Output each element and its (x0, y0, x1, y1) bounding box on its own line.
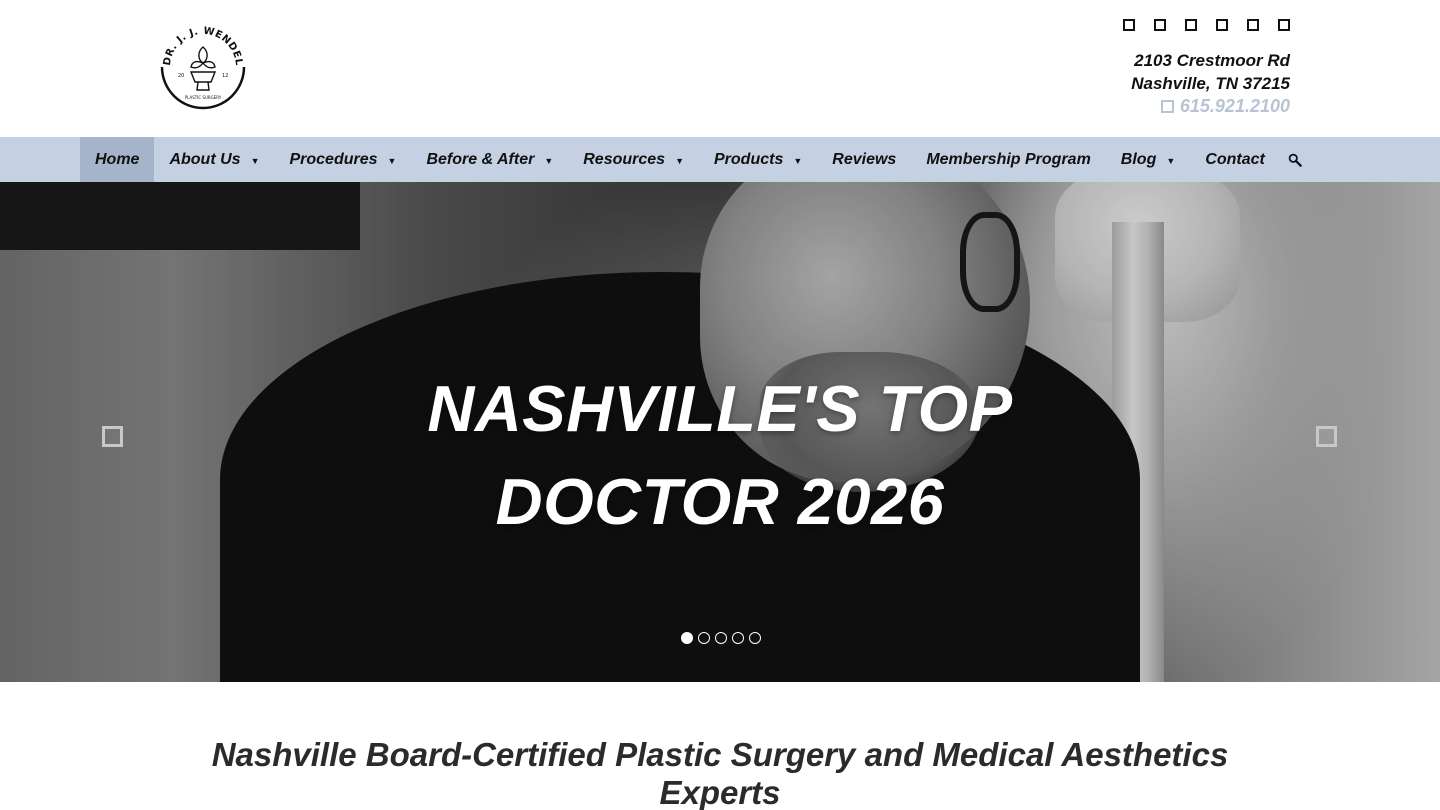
nav-item-label: Before & After (426, 150, 535, 168)
address-line-2: Nashville, TN 37215 (1131, 74, 1290, 93)
slider-dots (681, 632, 761, 644)
nav-item-label: Blog (1120, 150, 1157, 168)
slider-dot-4[interactable] (732, 632, 744, 644)
nav-item-home[interactable]: Home (80, 137, 155, 182)
logo-arc-text: DR. J. J. WENDEL (162, 26, 244, 67)
social-icon-5[interactable] (1247, 19, 1259, 31)
hero-title-line-1: NASHVILLE'S TOP (427, 372, 1013, 445)
caret-down-icon: ▼ (250, 155, 260, 166)
contact-info: 2103 Crestmoor Rd Nashville, TN 37215 61… (1131, 49, 1290, 119)
search-icon (1288, 153, 1302, 167)
caret-down-icon: ▼ (387, 155, 397, 166)
hero-title-line-2: DOCTOR 2026 (495, 465, 945, 538)
nav-item-label: Products (714, 150, 784, 168)
social-icon-4[interactable] (1216, 19, 1228, 31)
social-icon-1[interactable] (1123, 19, 1135, 31)
caret-down-icon: ▼ (793, 155, 803, 166)
slider-dot-1[interactable] (681, 632, 693, 644)
hero-title: NASHVILLE'S TOP DOCTOR 2026 (0, 362, 1440, 548)
nav-item-label: Contact (1205, 150, 1265, 168)
nav-item-products[interactable]: Products ▼ (699, 137, 817, 182)
main-nav: Home About Us ▼ Procedures ▼ Before & Afte… (0, 137, 1440, 182)
phone-icon (1160, 100, 1174, 113)
nav-item-label: Resources (583, 150, 666, 168)
intro-heading: Nashville Board-Certified Plastic Surger… (211, 736, 1229, 810)
hero-slider: NASHVILLE'S TOP DOCTOR 2026 (0, 182, 1440, 682)
nav-item-blog[interactable]: Blog ▼ (1106, 137, 1190, 182)
slider-dot-2[interactable] (698, 632, 710, 644)
social-icon-6[interactable] (1278, 19, 1290, 31)
nav-item-contact[interactable]: Contact (1190, 137, 1280, 182)
nav-item-procedures[interactable]: Procedures ▼ (274, 137, 411, 182)
caret-down-icon: ▼ (544, 155, 554, 166)
nav-item-about-us[interactable]: About Us ▼ (154, 137, 274, 182)
nav-item-reviews[interactable]: Reviews (817, 137, 911, 182)
phone-link[interactable]: 615.921.2100 (1160, 95, 1290, 118)
logo-year-right: 12 (222, 73, 228, 79)
logo-year-left: 20 (178, 73, 184, 79)
nav-item-label: Reviews (832, 150, 897, 168)
logo-sub-text: PLASTIC SURGERY (185, 95, 222, 100)
nav-list: Home About Us ▼ Procedures ▼ Before & Afte… (80, 137, 1310, 182)
address-line-1: 2103 Crestmoor Rd (1134, 51, 1290, 70)
site-header: DR. J. J. WENDEL 20 12 PLASTIC SURGERY 2… (0, 0, 1440, 137)
site-logo[interactable]: DR. J. J. WENDEL 20 12 PLASTIC SURGERY (158, 22, 248, 112)
search-button[interactable] (1280, 137, 1310, 182)
nav-item-before-after[interactable]: Before & After ▼ (411, 137, 568, 182)
nav-item-label: Membership Program (926, 150, 1091, 168)
nav-item-membership-program[interactable]: Membership Program (911, 137, 1105, 182)
slider-dot-3[interactable] (715, 632, 727, 644)
caret-down-icon: ▼ (1166, 155, 1176, 166)
social-links (1123, 19, 1290, 31)
phone-number: 615.921.2100 (1179, 96, 1290, 116)
nav-item-label: Procedures (289, 150, 378, 168)
nav-item-label: About Us (169, 150, 241, 168)
nav-item-label: Home (95, 150, 140, 168)
social-icon-3[interactable] (1185, 19, 1197, 31)
next-slide-button[interactable] (1316, 426, 1337, 447)
nav-item-resources[interactable]: Resources ▼ (568, 137, 699, 182)
prev-slide-button[interactable] (102, 426, 123, 447)
slider-dot-5[interactable] (749, 632, 761, 644)
svg-text:DR. J. J. WENDEL: DR. J. J. WENDEL (162, 26, 244, 67)
social-icon-2[interactable] (1154, 19, 1166, 31)
caret-down-icon: ▼ (675, 155, 684, 166)
